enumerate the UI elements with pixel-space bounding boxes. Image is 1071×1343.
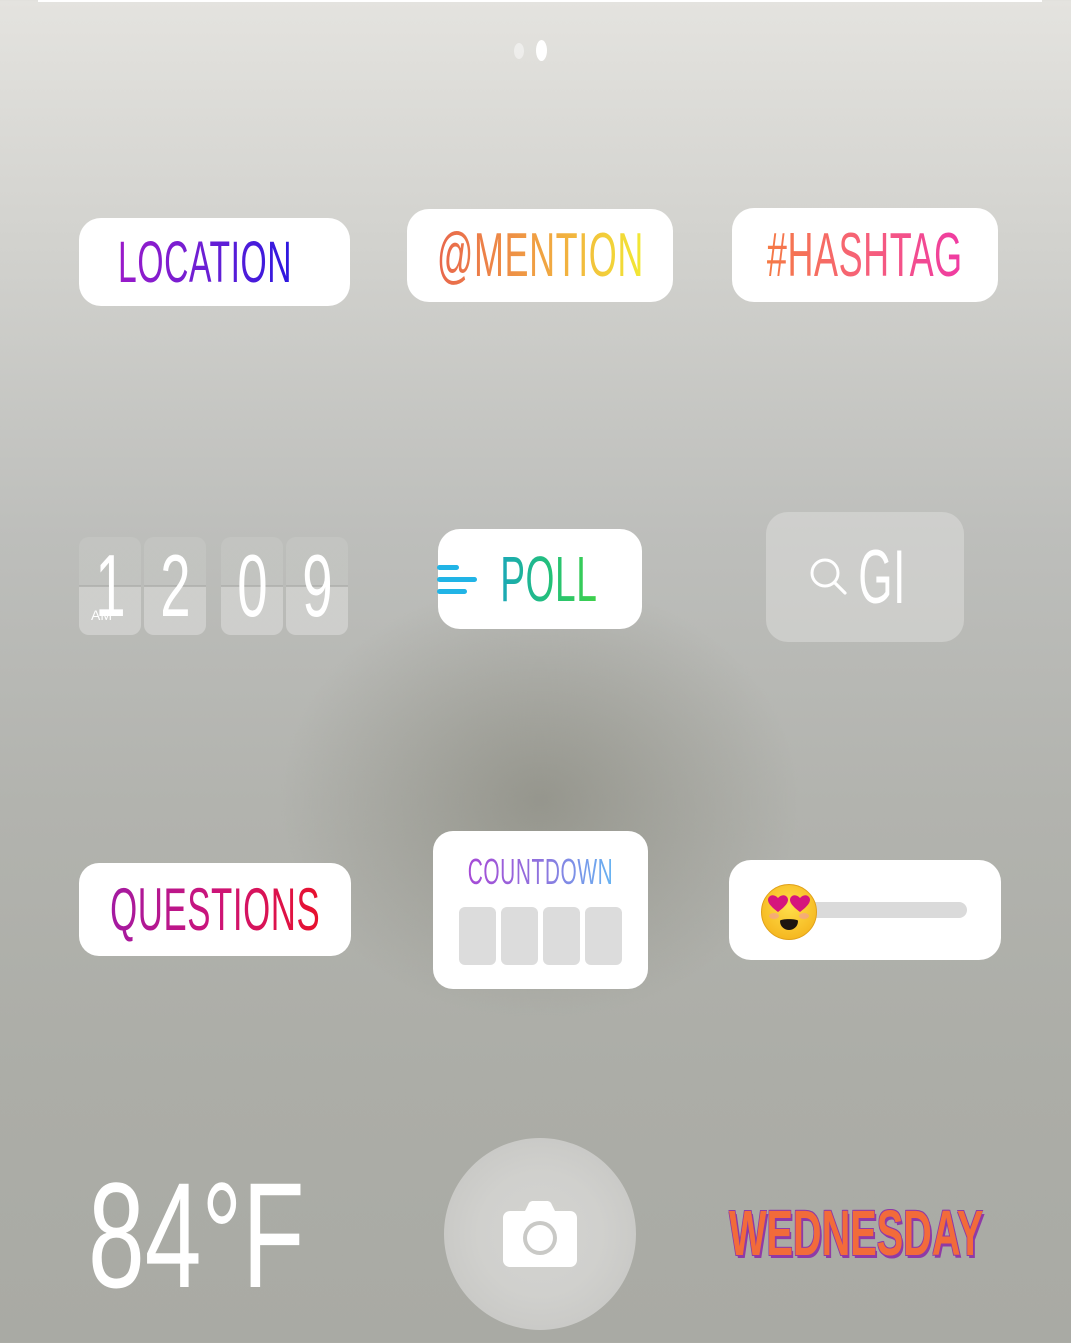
- location-label: LOCATION: [118, 229, 293, 295]
- minute-tens-card: 0: [221, 537, 283, 635]
- poll-label: POLL: [500, 543, 598, 615]
- hashtag-sticker[interactable]: #HASHTAG: [732, 208, 998, 302]
- poll-sticker[interactable]: POLL: [437, 529, 642, 629]
- camera-icon: [503, 1201, 577, 1267]
- countdown-boxes: [459, 907, 622, 965]
- countdown-box: [501, 907, 538, 965]
- minute-ones-card: 9: [286, 537, 348, 635]
- countdown-sticker[interactable]: COUNTDOWN: [433, 831, 648, 989]
- hour-ones-card: 2: [144, 537, 206, 635]
- mention-sticker[interactable]: @MENTION: [407, 209, 673, 302]
- page-dot-1[interactable]: [514, 42, 524, 59]
- search-icon: [810, 558, 847, 595]
- clock-digit: 1: [94, 537, 126, 635]
- clock-digit: 0: [236, 537, 268, 635]
- countdown-box: [543, 907, 580, 965]
- clock-digit: 9: [301, 537, 333, 635]
- heart-eyes-emoji-icon[interactable]: [760, 883, 818, 941]
- poll-bars-icon: [437, 564, 478, 594]
- page-indicator: [514, 40, 547, 61]
- questions-label: QUESTIONS: [109, 876, 321, 943]
- emoji-slider-sticker[interactable]: [729, 860, 1001, 960]
- temperature-sticker[interactable]: 84°F: [88, 1160, 406, 1310]
- weekday-sticker[interactable]: WEDNESDAY: [729, 1196, 1071, 1270]
- top-divider: [38, 0, 1042, 2]
- countdown-box: [459, 907, 496, 965]
- countdown-box: [585, 907, 622, 965]
- page-dot-2-active[interactable]: [536, 40, 547, 61]
- clock-digit: 2: [159, 537, 191, 635]
- temperature-label: 84°F: [88, 1151, 305, 1319]
- weekday-label: WEDNESDAY: [729, 1197, 984, 1269]
- gif-label: GI: [858, 534, 906, 620]
- capture-button[interactable]: [444, 1138, 636, 1330]
- gif-sticker[interactable]: GI: [766, 512, 964, 642]
- countdown-label: COUNTDOWN: [467, 851, 614, 892]
- hashtag-label: #HASHTAG: [767, 220, 963, 290]
- hour-tens-card: AM 1: [79, 537, 141, 635]
- questions-sticker[interactable]: QUESTIONS: [79, 863, 351, 956]
- time-sticker[interactable]: AM 1 2 0 9: [79, 537, 351, 635]
- mention-label: @MENTION: [436, 221, 644, 290]
- location-sticker[interactable]: LOCATION: [79, 218, 350, 306]
